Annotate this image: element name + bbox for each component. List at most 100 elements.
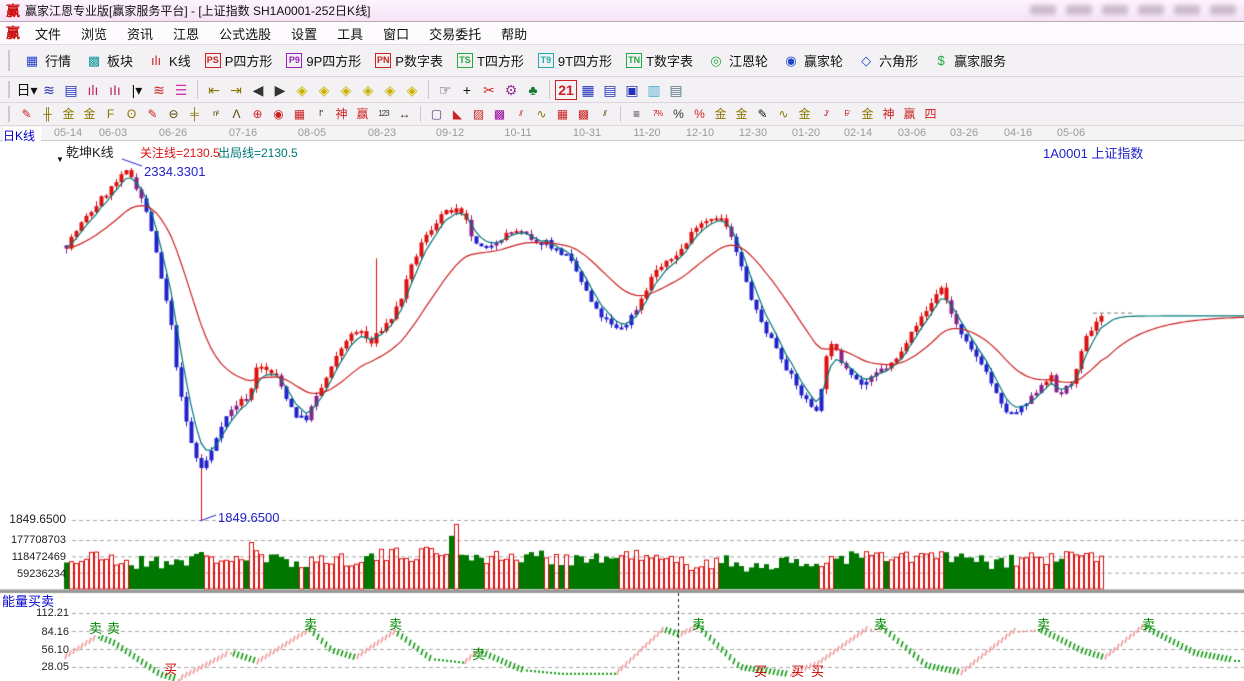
grid-red-blue-icon[interactable]: ▩ <box>573 105 594 123</box>
gann-diamond-2-icon[interactable]: ◈ <box>313 80 335 100</box>
spiral-icon[interactable]: ʘ <box>121 105 142 123</box>
gold-angle-icon[interactable]: 金 <box>857 105 878 123</box>
gold-line-2-icon[interactable]: 金 <box>794 105 815 123</box>
gann-gear-icon[interactable]: ⚙ <box>500 80 522 100</box>
calendar-21-icon[interactable]: 21 <box>555 80 577 100</box>
gann-diamond-1-icon[interactable]: ◈ <box>291 80 313 100</box>
menu-浏览[interactable]: 浏览 <box>71 22 117 45</box>
wave-av-icon[interactable]: ∿ <box>773 105 794 123</box>
hatch-lines-icon[interactable]: // <box>594 105 615 123</box>
shen-angle-icon[interactable]: 神 <box>878 105 899 123</box>
percent-icon[interactable]: % <box>668 105 689 123</box>
angle-icon[interactable]: Λ <box>226 105 247 123</box>
shen-grid-icon[interactable]: 神 <box>331 105 352 123</box>
candle-dropdown-icon[interactable]: |▾ <box>126 80 148 100</box>
j-angle-icon[interactable]: J∕ <box>815 105 836 123</box>
fan-lines-icon[interactable]: // <box>510 105 531 123</box>
window-controls[interactable] <box>1030 5 1236 15</box>
gold-grid-1-icon[interactable]: 金 <box>58 105 79 123</box>
gann-diamond-5-icon[interactable]: ◈ <box>379 80 401 100</box>
save-icon[interactable]: ▣ <box>621 80 643 100</box>
target-red-icon[interactable]: ◉ <box>268 105 289 123</box>
first-page-icon[interactable]: ⇤ <box>203 80 225 100</box>
last-page-icon[interactable]: ⇥ <box>225 80 247 100</box>
hand-icon[interactable]: ☞ <box>434 80 456 100</box>
window-button[interactable] <box>1030 5 1056 15</box>
menu-资讯[interactable]: 资讯 <box>117 22 163 45</box>
menu-设置[interactable]: 设置 <box>281 22 327 45</box>
toolbar-item-yingjialun[interactable]: ◉赢家轮 <box>775 49 850 72</box>
gann-diamond-6-icon[interactable]: ◈ <box>401 80 423 100</box>
ying-angle-icon[interactable]: 赢 <box>899 105 920 123</box>
gann-diamond-3-icon[interactable]: ◈ <box>335 80 357 100</box>
document-icon[interactable]: ▤ <box>60 80 82 100</box>
gann-diamond-4-icon[interactable]: ◈ <box>357 80 379 100</box>
computer-icon[interactable]: ▥ <box>643 80 665 100</box>
menu-交易委托[interactable]: 交易委托 <box>419 22 491 45</box>
chart-canvas[interactable] <box>0 141 1244 681</box>
brush-icon[interactable]: ✎ <box>752 105 773 123</box>
gann-ruler-icon[interactable]: ╫ <box>37 105 58 123</box>
toolbar-item-9p-sifangxing[interactable]: P99P四方形 <box>279 49 368 72</box>
f-angle-icon[interactable]: F∕ <box>836 105 857 123</box>
toolbar-item-kxian[interactable]: ılıK线 <box>140 49 198 72</box>
chart-3-icon[interactable]: ılı <box>82 80 104 100</box>
histogram-icon[interactable]: ☰ <box>170 80 192 100</box>
toolbar-item-liujiaoxing[interactable]: ◇六角形 <box>850 49 925 72</box>
kline-period-dropdown-icon[interactable]: 日▾ <box>16 80 38 100</box>
toolbar-item-hangqing[interactable]: ▦行情 <box>16 49 78 72</box>
toolbar-item-t-shuzibiao[interactable]: TNT数字表 <box>619 49 700 72</box>
window-button[interactable] <box>1102 5 1128 15</box>
window-button[interactable] <box>1210 5 1236 15</box>
printer-icon[interactable]: ▤ <box>665 80 687 100</box>
compass-red-icon[interactable]: ⊕ <box>247 105 268 123</box>
width-arrows-icon[interactable]: ↔ <box>394 105 415 123</box>
zigzag-icon[interactable]: ∿ <box>531 105 552 123</box>
pencil-red-icon[interactable]: ✎ <box>16 105 37 123</box>
scissors-icon[interactable]: ✂ <box>478 80 500 100</box>
fan-box-icon[interactable]: ▨ <box>468 105 489 123</box>
chart-9-icon[interactable]: ıIı <box>104 80 126 100</box>
toolbar-item-9t-sifangxing[interactable]: T99T四方形 <box>531 49 619 72</box>
menu-工具[interactable]: 工具 <box>327 22 373 45</box>
toolbar-item-jiangenlun[interactable]: ◎江恩轮 <box>700 49 775 72</box>
n-squared-icon[interactable]: n² <box>205 105 226 123</box>
toolbar-item-t-sifangxing[interactable]: TST四方形 <box>450 49 531 72</box>
toolbar-item-p-sifangxing[interactable]: PSP四方形 <box>198 49 280 72</box>
steps-icon[interactable]: ≡ <box>626 105 647 123</box>
toolbar-item-bankuai[interactable]: ▩板块 <box>78 49 140 72</box>
toolbar-item-yingjiafuwu[interactable]: $赢家服务 <box>925 49 1013 72</box>
f-grid-icon[interactable]: F <box>100 105 121 123</box>
hatch-ruler-icon[interactable]: ╪ <box>184 105 205 123</box>
ruler-quote-icon[interactable]: I″ <box>310 105 331 123</box>
gold-circle-icon[interactable]: 金 <box>710 105 731 123</box>
menu-窗口[interactable]: 窗口 <box>373 22 419 45</box>
menu-文件[interactable]: 文件 <box>25 22 71 45</box>
gold-line-icon[interactable]: 金 <box>731 105 752 123</box>
wave-icon[interactable]: ≋ <box>38 80 60 100</box>
si-angle-icon[interactable]: 四 <box>920 105 941 123</box>
gold-grid-2-icon[interactable]: 金 <box>79 105 100 123</box>
ruler-123-icon[interactable]: 123 <box>373 105 394 123</box>
menu-公式选股[interactable]: 公式选股 <box>209 22 281 45</box>
crosshair-icon[interactable]: + <box>456 80 478 100</box>
notes-icon[interactable]: ▤ <box>599 80 621 100</box>
window-button[interactable] <box>1174 5 1200 15</box>
menu-帮助[interactable]: 帮助 <box>491 22 537 45</box>
percent-zigzag-icon[interactable]: 7% <box>647 105 668 123</box>
knot-tool-icon[interactable]: ♣ <box>522 80 544 100</box>
menu-江恩[interactable]: 江恩 <box>163 22 209 45</box>
fan-red-icon[interactable]: ◣ <box>447 105 468 123</box>
pencil-ruler-icon[interactable]: ✎ <box>142 105 163 123</box>
window-button[interactable] <box>1138 5 1164 15</box>
grid-red-icon[interactable]: ▦ <box>552 105 573 123</box>
ying-grid-icon[interactable]: 赢 <box>352 105 373 123</box>
grid-target-icon[interactable]: ▦ <box>289 105 310 123</box>
prev-icon[interactable]: ◀ <box>247 80 269 100</box>
circle-ruler-icon[interactable]: ⊖ <box>163 105 184 123</box>
box-select-icon[interactable]: ▢ <box>426 105 447 123</box>
window-button[interactable] <box>1066 5 1092 15</box>
percent-line-icon[interactable]: % <box>689 105 710 123</box>
next-icon[interactable]: ▶ <box>269 80 291 100</box>
calculator-icon[interactable]: ▦ <box>577 80 599 100</box>
